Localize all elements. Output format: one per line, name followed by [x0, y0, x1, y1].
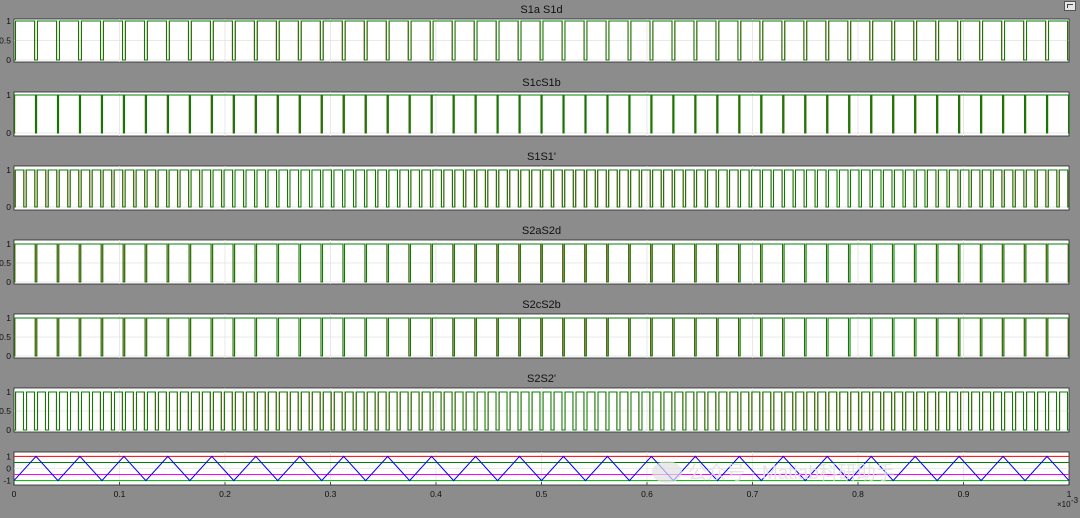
x-tick-label: 0.2: [219, 489, 231, 499]
x-axis-exponent: ×10: [1057, 500, 1071, 509]
y-tick-label: 0.5: [0, 332, 11, 342]
y-tick-label: 0: [6, 425, 11, 435]
x-tick-label: 0.9: [958, 489, 970, 499]
y-tick-label: 0.5: [0, 406, 11, 416]
x-tick-label: 0.7: [747, 489, 759, 499]
subplot-title: S1a S1d: [520, 4, 562, 16]
subplot-title: S1cS1b: [522, 77, 561, 89]
subplot-2: 0 1 S1cS1b: [6, 77, 1070, 138]
y-tick-label: 0.5: [0, 258, 11, 268]
y-tick-label: 0.5: [0, 36, 11, 46]
subplot-6: 0 0.5 1 S2S2': [0, 373, 1070, 435]
y-tick-label: 0: [6, 202, 11, 212]
x-tick-label: 0.1: [114, 489, 126, 499]
x-tick-label: 0.3: [325, 489, 337, 499]
y-tick-label: 1: [6, 239, 11, 249]
subplot-7: -1010 0.1 0.2 0.3 0.4 0.5 0.6 0.7 0.8 0.9 1×10 -3: [3, 451, 1078, 509]
y-tick-label: 1: [6, 16, 11, 26]
y-tick-label: 1: [6, 90, 11, 100]
subplot-1: 0 0.5 1 S1a S1d: [0, 4, 1070, 65]
watermark: 公众号 · Matlab科研助手: [652, 458, 895, 485]
subplot-3: 0 1 S1S1': [6, 151, 1070, 212]
y-tick-label: 0: [6, 351, 11, 361]
subplot-4: 0 0.5 1 S2aS2d: [0, 225, 1070, 287]
watermark-text: 公众号 · Matlab科研助手: [688, 463, 895, 484]
x-tick-label: 0: [12, 489, 17, 499]
x-tick-label: 0.8: [852, 489, 864, 499]
y-tick-label: 0: [6, 128, 11, 138]
figure-canvas: 00.51S1a S1d01S1cS1b01S1S1'00.51S2aS2d00…: [0, 4, 1079, 509]
subplot-title: S2S2': [527, 373, 556, 385]
y-tick-label: 1: [6, 387, 11, 397]
figure-export-icon[interactable]: [1064, 1, 1076, 11]
y-tick-label: 1: [6, 451, 11, 461]
x-axis-exponent-power: -3: [1071, 496, 1079, 505]
y-tick-label: 0: [6, 55, 11, 65]
y-tick-label: 0: [6, 464, 11, 474]
subplot-title: S2aS2d: [522, 225, 561, 237]
wechat-logo-icon: [652, 460, 682, 483]
subplot-title: S2cS2b: [522, 299, 561, 311]
x-tick-label: 0.5: [536, 489, 548, 499]
subplot-5: 0 0.5 1 S2cS2b: [0, 299, 1070, 361]
y-tick-label: 1: [6, 313, 11, 323]
x-tick-label: 0.4: [430, 489, 442, 499]
x-tick-label: 0.6: [641, 489, 653, 499]
y-tick-label: 1: [6, 165, 11, 175]
y-tick-label: 0: [6, 277, 11, 287]
y-tick-label: -1: [3, 476, 11, 486]
subplot-title: S1S1': [527, 151, 556, 163]
